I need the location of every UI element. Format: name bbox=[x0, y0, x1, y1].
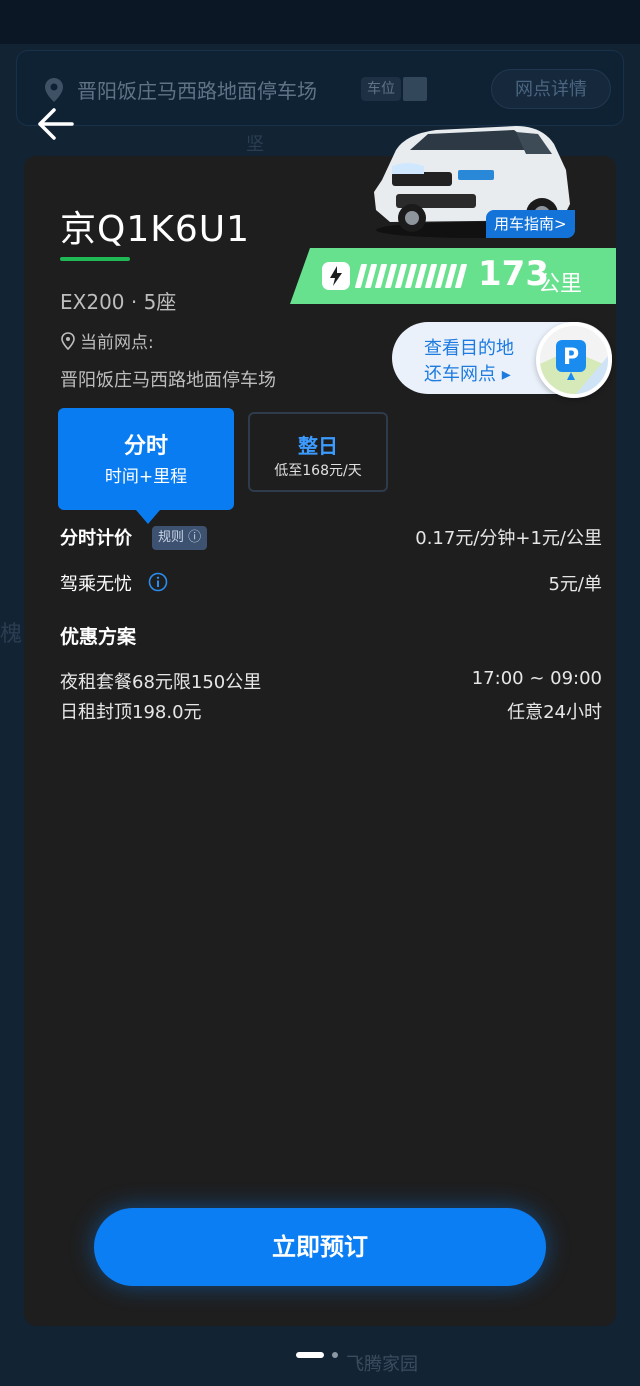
location-pin-icon bbox=[45, 78, 63, 102]
insurance-value: 5元/单 bbox=[548, 574, 602, 595]
tab-title: 分时 bbox=[123, 434, 168, 459]
promo-item-time: 17:00 ~ 09:00 bbox=[471, 668, 602, 689]
tab-subtitle: 低至168元/天 bbox=[274, 463, 362, 479]
svg-text:P: P bbox=[563, 345, 579, 370]
page-dot-active bbox=[296, 1352, 324, 1358]
branch-label: 当前网点: bbox=[80, 333, 154, 353]
range-unit: 公里 bbox=[538, 272, 583, 297]
tab-daily[interactable]: 整日 低至168元/天 bbox=[248, 412, 388, 492]
insurance-label: 驾乘无忧 bbox=[60, 574, 132, 595]
plate-underline bbox=[60, 257, 130, 261]
promotions-title: 优惠方案 bbox=[60, 626, 137, 648]
detail-button[interactable]: 网点详情 bbox=[491, 69, 611, 109]
lightning-icon bbox=[322, 262, 350, 290]
guide-button[interactable]: 用车指南> bbox=[486, 210, 575, 238]
promo-item-name: 日租封顶198.0元 bbox=[60, 702, 202, 723]
book-now-button[interactable]: 立即预订 bbox=[94, 1208, 546, 1286]
pricing-label: 分时计价 bbox=[60, 528, 132, 549]
status-bar bbox=[0, 0, 640, 44]
plate-number: 京Q1K6U1 bbox=[60, 209, 251, 250]
destination-line2: 还车网点 ▸ bbox=[424, 364, 511, 385]
map-label: 飞腾家园 bbox=[346, 1354, 418, 1375]
promo-item-name: 夜租套餐68元限150公里 bbox=[60, 672, 262, 693]
destination-button[interactable]: 查看目的地 还车网点 ▸ P bbox=[392, 322, 612, 398]
pricing-value: 0.17元/分钟+1元/公里 bbox=[415, 528, 602, 549]
location-pin-icon bbox=[61, 331, 75, 350]
map-label: 坚 bbox=[246, 134, 264, 155]
tab-hourly[interactable]: 分时 时间+里程 bbox=[58, 408, 234, 524]
parking-icon: P bbox=[536, 322, 612, 398]
location-name: 晋阳饭庄马西路地面停车场 bbox=[77, 79, 317, 103]
location-tag: 车位 bbox=[361, 77, 401, 101]
battery-range-banner: 173 公里 bbox=[290, 248, 616, 304]
car-model: EX200 · 5座 bbox=[60, 290, 177, 314]
tab-subtitle: 时间+里程 bbox=[104, 467, 188, 487]
info-icon[interactable] bbox=[148, 572, 168, 592]
branch-value: 晋阳饭庄马西路地面停车场 bbox=[60, 370, 276, 391]
car-detail-card: 京Q1K6U1 EX200 · 5座 当前网点: 晋阳饭庄马西路地面停车场 用车… bbox=[24, 126, 616, 1326]
page-dot bbox=[332, 1352, 338, 1358]
pricing-rule-button[interactable]: 规则 ⓘ bbox=[152, 526, 208, 550]
page-indicator bbox=[296, 1352, 338, 1358]
location-tag-count bbox=[403, 77, 427, 101]
tab-title: 整日 bbox=[298, 434, 338, 458]
destination-line1: 查看目的地 bbox=[424, 338, 514, 359]
back-arrow-icon[interactable] bbox=[36, 106, 76, 142]
battery-level-bars bbox=[354, 264, 468, 288]
map-label: 槐 bbox=[0, 622, 23, 647]
branch-label-row: 当前网点: bbox=[60, 328, 154, 353]
promo-item-time: 任意24小时 bbox=[507, 702, 602, 723]
